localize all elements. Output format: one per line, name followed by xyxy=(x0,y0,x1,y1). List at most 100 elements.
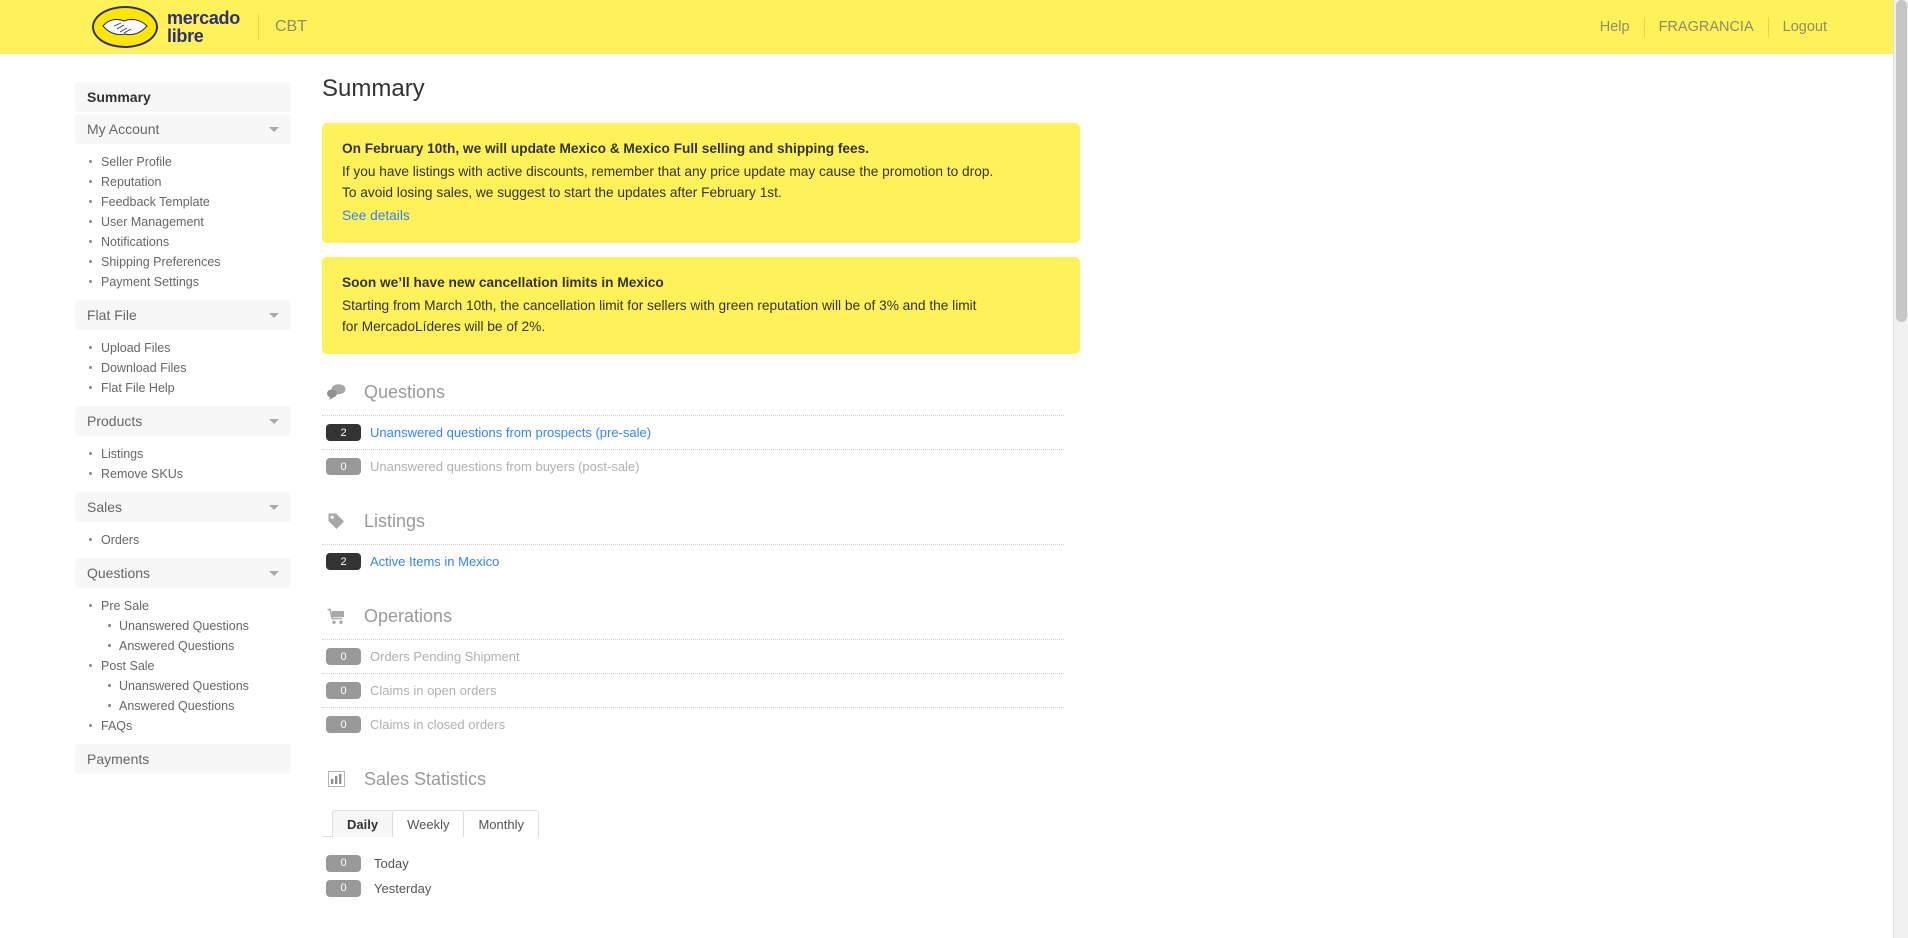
brand-logo[interactable]: mercado libre xyxy=(92,6,240,48)
sidebar-item-user-management[interactable]: User Management xyxy=(75,212,291,232)
sidebar-sublist-sales: Orders xyxy=(75,524,291,558)
bar-chart-icon xyxy=(326,769,346,789)
sidebar-group-label: Questions xyxy=(87,565,151,581)
stat-row-yesterday: 0 Yesterday xyxy=(326,876,1232,900)
sidebar-sublist-flat-file: Upload Files Download Files Flat File He… xyxy=(75,332,291,406)
cart-icon xyxy=(326,606,346,626)
operations-rows: 0 Orders Pending Shipment 0 Claims in op… xyxy=(322,639,1064,741)
count-badge: 0 xyxy=(326,682,361,699)
row-label[interactable]: Active Items in Mexico xyxy=(370,554,499,569)
count-badge: 0 xyxy=(326,458,361,475)
brand-wordmark: mercado libre xyxy=(167,9,240,45)
sidebar-group-flat-file[interactable]: Flat File xyxy=(75,300,291,330)
sidebar-group-label: Sales xyxy=(87,499,123,515)
chat-bubbles-icon xyxy=(326,382,346,402)
row-unanswered-prospects[interactable]: 2 Unanswered questions from prospects (p… xyxy=(322,416,1064,450)
sidebar-item-seller-profile[interactable]: Seller Profile xyxy=(75,152,291,172)
count-badge: 0 xyxy=(326,854,361,872)
stat-row-today: 0 Today xyxy=(326,851,1232,875)
main-content: Summary On February 10th, we will update… xyxy=(322,76,1232,901)
listings-rows: 2 Active Items in Mexico xyxy=(322,544,1064,578)
count-badge: 0 xyxy=(326,648,361,665)
top-header-bar: mercado libre CBT Help FRAGRANCIA Logout xyxy=(0,0,1893,54)
section-header: Questions xyxy=(322,380,1232,404)
sidebar-item-shipping-preferences[interactable]: Shipping Preferences xyxy=(75,252,291,272)
row-label[interactable]: Unanswered questions from prospects (pre… xyxy=(370,425,651,440)
brand-line-2: libre xyxy=(167,26,204,46)
section-title: Listings xyxy=(364,510,426,531)
scrollbar-thumb[interactable] xyxy=(1896,0,1907,322)
account-link[interactable]: FRAGRANCIA xyxy=(1645,19,1768,35)
sidebar-item-listings[interactable]: Listings xyxy=(75,444,291,464)
row-label: Claims in closed orders xyxy=(370,717,506,732)
sidebar-item-remove-skus[interactable]: Remove SKUs xyxy=(75,464,291,484)
sidebar-sublist-questions: Pre Sale Unanswered Questions Answered Q… xyxy=(75,590,291,744)
brand-divider xyxy=(257,14,259,40)
tag-icon xyxy=(326,511,346,531)
row-unanswered-buyers: 0 Unanswered questions from buyers (post… xyxy=(322,450,1064,483)
sidebar-group-questions[interactable]: Questions xyxy=(75,558,291,588)
chevron-down-icon xyxy=(269,570,279,576)
header-links: Help FRAGRANCIA Logout xyxy=(1586,17,1841,37)
section-title: Sales Statistics xyxy=(364,768,487,789)
logout-link[interactable]: Logout xyxy=(1769,19,1841,35)
count-badge: 2 xyxy=(326,553,361,570)
tab-monthly[interactable]: Monthly xyxy=(463,810,539,837)
sidebar-group-sales[interactable]: Sales xyxy=(75,492,291,522)
stat-label: Today xyxy=(374,855,409,871)
sidebar-navigation: Summary My Account Seller Profile Reputa… xyxy=(75,82,291,776)
brand-subtitle: CBT xyxy=(274,18,307,35)
row-claims-closed-orders: 0 Claims in closed orders xyxy=(322,708,1064,741)
sidebar-item-faqs[interactable]: FAQs xyxy=(75,716,291,736)
row-label: Unanswered questions from buyers (post-s… xyxy=(370,459,640,474)
sidebar-group-products[interactable]: Products xyxy=(75,406,291,436)
sales-statistics-tabs: Daily Weekly Monthly xyxy=(322,809,539,837)
section-questions: Questions 2 Unanswered questions from pr… xyxy=(322,380,1232,483)
section-header: Listings xyxy=(322,509,1232,533)
count-badge: 2 xyxy=(326,424,361,441)
sidebar-item-flat-file-help[interactable]: Flat File Help xyxy=(75,378,291,398)
sidebar-item-notifications[interactable]: Notifications xyxy=(75,232,291,252)
section-title: Questions xyxy=(364,381,446,402)
sidebar-item-post-sale[interactable]: Post Sale xyxy=(75,656,291,676)
sidebar-item-orders[interactable]: Orders xyxy=(75,530,291,550)
section-operations: Operations 0 Orders Pending Shipment 0 C… xyxy=(322,604,1232,741)
sidebar-item-pre-sale[interactable]: Pre Sale xyxy=(75,596,291,616)
sidebar-item-postsale-unanswered-questions[interactable]: Unanswered Questions xyxy=(75,676,291,696)
row-active-items[interactable]: 2 Active Items in Mexico xyxy=(322,545,1064,578)
page-scrollbar[interactable] xyxy=(1893,0,1908,938)
sidebar-group-label: Products xyxy=(87,413,143,429)
sidebar-item-payment-settings[interactable]: Payment Settings xyxy=(75,272,291,292)
notification-banner-cancellation: Soon we’ll have new cancellation limits … xyxy=(322,257,1080,354)
brand-line-1: mercado xyxy=(167,8,240,28)
banner-line: Starting from March 10th, the cancellati… xyxy=(342,298,977,313)
banner-line: If you have listings with active discoun… xyxy=(342,164,994,179)
section-title: Operations xyxy=(364,605,453,626)
sidebar-item-postsale-answered-questions[interactable]: Answered Questions xyxy=(75,696,291,716)
sidebar-item-feedback-template[interactable]: Feedback Template xyxy=(75,192,291,212)
sidebar-item-presale-answered-questions[interactable]: Answered Questions xyxy=(75,636,291,656)
sidebar-group-label: Payments xyxy=(87,751,150,767)
row-label: Orders Pending Shipment xyxy=(370,649,520,664)
sidebar-item-reputation[interactable]: Reputation xyxy=(75,172,291,192)
sidebar-group-label: Summary xyxy=(87,89,151,105)
sidebar-sublist-products: Listings Remove SKUs xyxy=(75,438,291,492)
sidebar-item-presale-unanswered-questions[interactable]: Unanswered Questions xyxy=(75,616,291,636)
sidebar-group-label: My Account xyxy=(87,121,160,137)
sidebar-group-my-account[interactable]: My Account xyxy=(75,114,291,144)
tab-daily[interactable]: Daily xyxy=(332,810,394,837)
count-badge: 0 xyxy=(326,879,361,897)
tab-weekly[interactable]: Weekly xyxy=(392,810,465,837)
sidebar-item-upload-files[interactable]: Upload Files xyxy=(75,338,291,358)
banner-line: for MercadoLíderes will be of 2%. xyxy=(342,319,546,334)
section-header: Operations xyxy=(322,604,1232,628)
sidebar-group-summary[interactable]: Summary xyxy=(75,82,291,112)
notification-banner-fees: On February 10th, we will update Mexico … xyxy=(322,123,1080,243)
sales-statistics-rows: 0 Today 0 Yesterday xyxy=(322,851,1232,900)
sidebar-group-payments[interactable]: Payments xyxy=(75,744,291,774)
sidebar-group-label: Flat File xyxy=(87,307,137,323)
see-details-link[interactable]: See details xyxy=(342,205,410,226)
chevron-down-icon xyxy=(269,126,279,132)
help-link[interactable]: Help xyxy=(1586,19,1644,35)
sidebar-item-download-files[interactable]: Download Files xyxy=(75,358,291,378)
